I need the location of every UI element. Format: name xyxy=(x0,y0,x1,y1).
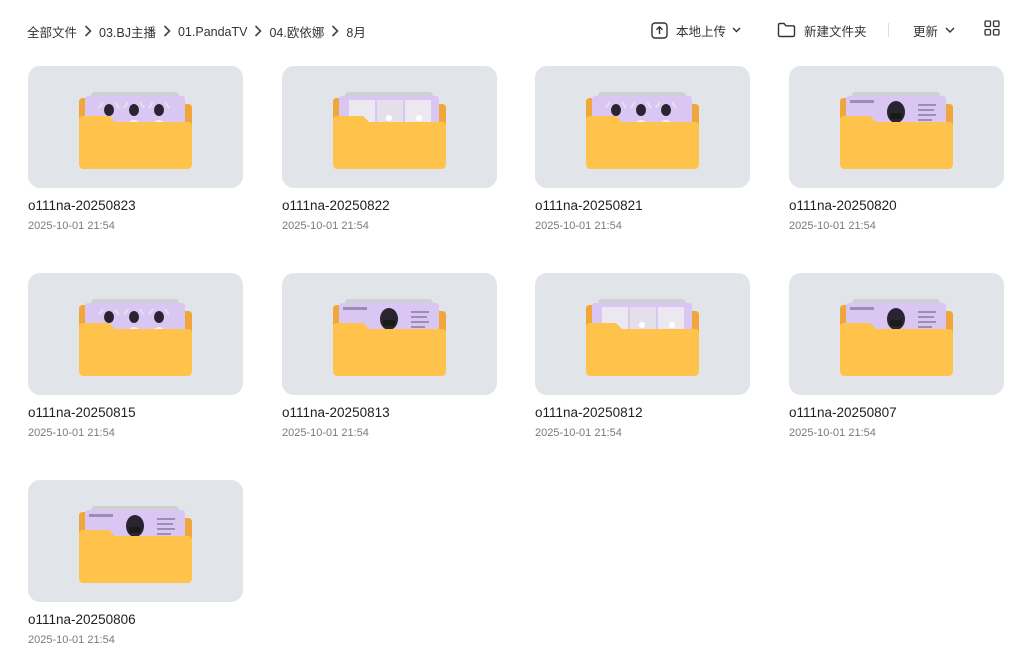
folder-thumbnail xyxy=(789,273,1004,395)
top-bar: 全部文件 03.BJ主播 01.PandaTV 04.欧依娜 8月 本地上传 新… xyxy=(0,0,1024,60)
folder-name: o111na-20250807 xyxy=(789,405,897,420)
folder-date: 2025-10-01 21:54 xyxy=(28,427,115,439)
folder-date: 2025-10-01 21:54 xyxy=(282,220,369,232)
breadcrumb-streamer[interactable]: 04.欧依娜 xyxy=(269,22,324,41)
upload-label: 本地上传 xyxy=(676,24,727,39)
folder-thumbnail xyxy=(28,480,243,602)
folder-date: 2025-10-01 21:54 xyxy=(535,220,622,232)
folder-icon xyxy=(77,90,194,175)
grid-view-button[interactable] xyxy=(984,20,1000,36)
folder-date: 2025-10-01 21:54 xyxy=(28,634,115,646)
upload-icon xyxy=(651,21,668,39)
toolbar-divider xyxy=(888,23,889,37)
chevron-down-icon xyxy=(945,27,955,33)
folder-card-o111na-20250823[interactable]: o111na-20250823 2025-10-01 21:54 xyxy=(28,66,243,251)
new-folder-button[interactable]: 新建文件夹 xyxy=(777,21,867,40)
folder-name: o111na-20250821 xyxy=(535,198,643,213)
folder-icon xyxy=(331,90,448,175)
new-folder-label: 新建文件夹 xyxy=(804,24,867,39)
folder-card-o111na-20250821[interactable]: o111na-20250821 2025-10-01 21:54 xyxy=(535,66,750,251)
chevron-down-icon xyxy=(732,27,741,33)
folder-date: 2025-10-01 21:54 xyxy=(535,427,622,439)
sort-button[interactable]: 更新 xyxy=(913,21,955,40)
folder-icon xyxy=(331,297,448,382)
breadcrumb-current-month: 8月 xyxy=(346,26,366,40)
folder-card-o111na-20250806[interactable]: o111na-20250806 2025-10-01 21:54 xyxy=(28,480,243,665)
chevron-right-icon xyxy=(156,24,178,39)
folder-icon xyxy=(838,297,955,382)
folder-card-o111na-20250815[interactable]: o111na-20250815 2025-10-01 21:54 xyxy=(28,273,243,458)
folder-card-o111na-20250807[interactable]: o111na-20250807 2025-10-01 21:54 xyxy=(789,273,1004,458)
folder-icon xyxy=(838,90,955,175)
folder-card-o111na-20250812[interactable]: o111na-20250812 2025-10-01 21:54 xyxy=(535,273,750,458)
folder-thumbnail xyxy=(535,273,750,395)
folder-icon xyxy=(584,90,701,175)
breadcrumb-all-files[interactable]: 全部文件 xyxy=(27,22,77,41)
folder-name: o111na-20250815 xyxy=(28,405,136,420)
breadcrumb-bj-streamers[interactable]: 03.BJ主播 xyxy=(99,22,156,41)
breadcrumb-pandatv[interactable]: 01.PandaTV xyxy=(178,25,248,39)
folder-outline-icon xyxy=(777,22,796,38)
folder-name: o111na-20250813 xyxy=(282,405,390,420)
folder-name: o111na-20250822 xyxy=(282,198,390,213)
folder-card-o111na-20250820[interactable]: o111na-20250820 2025-10-01 21:54 xyxy=(789,66,1004,251)
folder-icon xyxy=(77,504,194,589)
folder-thumbnail xyxy=(535,66,750,188)
folder-thumbnail xyxy=(28,273,243,395)
folder-icon xyxy=(77,297,194,382)
folder-name: o111na-20250806 xyxy=(28,612,136,627)
folder-name: o111na-20250820 xyxy=(789,198,897,213)
upload-button[interactable]: 本地上传 xyxy=(651,21,741,40)
grid-view-icon xyxy=(984,20,1000,36)
folder-date: 2025-10-01 21:54 xyxy=(28,220,115,232)
folder-thumbnail xyxy=(789,66,1004,188)
folder-icon xyxy=(584,297,701,382)
breadcrumb: 全部文件 03.BJ主播 01.PandaTV 04.欧依娜 8月 xyxy=(27,22,366,41)
folder-date: 2025-10-01 21:54 xyxy=(789,220,876,232)
folder-thumbnail xyxy=(28,66,243,188)
folder-name: o111na-20250823 xyxy=(28,198,136,213)
folder-thumbnail xyxy=(282,66,497,188)
folder-name: o111na-20250812 xyxy=(535,405,643,420)
chevron-right-icon xyxy=(77,24,99,39)
folder-card-o111na-20250813[interactable]: o111na-20250813 2025-10-01 21:54 xyxy=(282,273,497,458)
sort-label: 更新 xyxy=(913,24,939,39)
folder-date: 2025-10-01 21:54 xyxy=(282,427,369,439)
folder-card-o111na-20250822[interactable]: o111na-20250822 2025-10-01 21:54 xyxy=(282,66,497,251)
folder-thumbnail xyxy=(282,273,497,395)
chevron-right-icon xyxy=(324,24,346,39)
folder-date: 2025-10-01 21:54 xyxy=(789,427,876,439)
chevron-right-icon xyxy=(247,24,269,39)
